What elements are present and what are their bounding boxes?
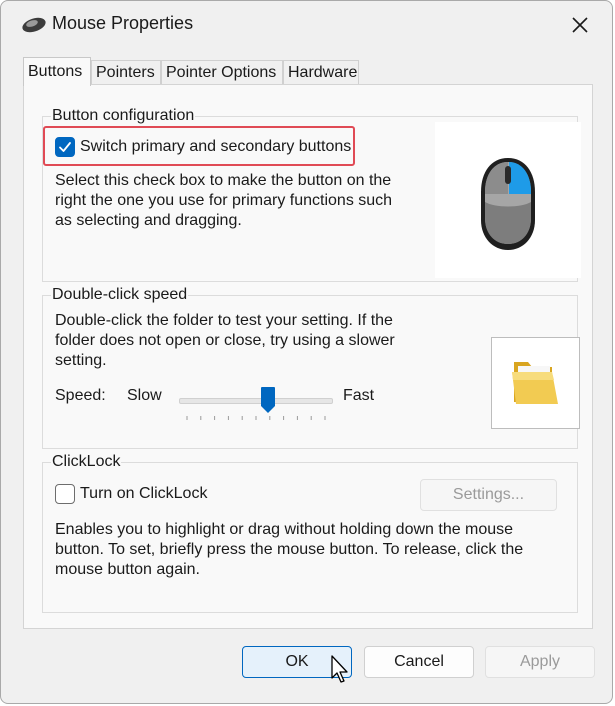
double-click-speed-group: Double-click speed Double-click the fold…	[42, 285, 580, 449]
mouse-illustration-icon	[481, 158, 535, 250]
group-label: Button configuration	[51, 106, 196, 126]
button-configuration-group: Button configuration Switch primary and …	[42, 106, 581, 282]
speed-label: Speed:	[55, 387, 106, 404]
folder-icon	[512, 362, 558, 404]
description-line: Double-click the folder to test your set…	[55, 312, 393, 329]
cancel-button[interactable]: Cancel	[364, 646, 474, 678]
slow-label: Slow	[127, 387, 162, 404]
test-folder[interactable]	[491, 337, 580, 429]
clicklock-settings-button[interactable]: Settings...	[420, 479, 557, 511]
speed-slider-thumb[interactable]	[260, 386, 276, 414]
tab-panel-buttons: Button configuration Switch primary and …	[23, 84, 593, 629]
tab-buttons[interactable]: Buttons	[23, 57, 91, 86]
description-line: Select this check box to make the button…	[55, 172, 392, 189]
switch-buttons-checkbox[interactable]	[55, 137, 75, 157]
description-line: folder does not open or close, try using…	[55, 332, 395, 349]
clicklock-label[interactable]: Turn on ClickLock	[80, 484, 207, 504]
description-line: right the one you use for primary functi…	[55, 192, 393, 209]
tab-hardware[interactable]: Hardware	[283, 60, 359, 84]
description-line: button. To set, briefly press the mouse …	[55, 541, 524, 558]
speed-slider-ticks	[186, 416, 326, 420]
description-line: Enables you to highlight or drag without…	[55, 521, 514, 538]
clicklock-group: ClickLock Turn on ClickLock Settings... …	[42, 452, 578, 613]
tab-pointers[interactable]: Pointers	[91, 60, 161, 84]
mouse-preview	[435, 122, 581, 278]
ok-button[interactable]: OK	[242, 646, 352, 678]
window-title: Mouse Properties	[52, 13, 194, 33]
group-label: ClickLock	[51, 452, 122, 472]
checkmark-icon	[59, 142, 71, 152]
close-icon	[572, 17, 588, 33]
speed-slider-track[interactable]	[179, 398, 333, 404]
description-line: mouse button again.	[55, 561, 200, 578]
switch-buttons-label[interactable]: Switch primary and secondary buttons	[80, 137, 351, 157]
mouse-properties-window: Mouse Properties Buttons Pointers Pointe…	[0, 0, 613, 704]
clicklock-checkbox[interactable]	[55, 484, 75, 504]
apply-button[interactable]: Apply	[485, 646, 595, 678]
mouse-icon	[22, 17, 46, 33]
tab-pointer-options[interactable]: Pointer Options	[161, 60, 283, 84]
description-line: setting.	[55, 352, 107, 369]
close-button[interactable]	[561, 7, 599, 43]
fast-label: Fast	[343, 387, 375, 404]
group-label: Double-click speed	[51, 285, 189, 305]
title-bar: Mouse Properties	[1, 1, 612, 49]
description-line: as selecting and dragging.	[55, 212, 242, 229]
